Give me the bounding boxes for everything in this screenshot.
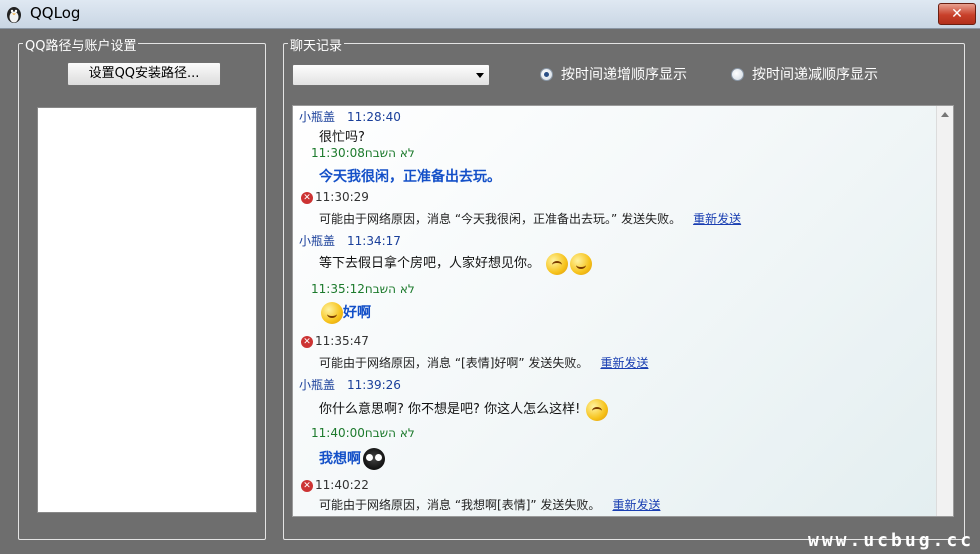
account-list[interactable] xyxy=(37,107,257,513)
close-button[interactable]: ✕ xyxy=(938,3,976,25)
resend-link[interactable]: 重新发送 xyxy=(693,212,741,226)
radio-unchecked-icon xyxy=(731,67,744,81)
contact-dropdown[interactable] xyxy=(292,64,490,86)
message-header: 小瓶盖 11:39:26 xyxy=(299,376,401,393)
radio-descending-order[interactable]: 按时间递减顺序显示 xyxy=(731,64,878,84)
vertical-scrollbar[interactable] xyxy=(936,106,953,516)
emoji-smile-icon xyxy=(570,252,593,275)
emoji-owl-icon xyxy=(363,448,385,470)
radio-ascending-label: 按时间递增顺序显示 xyxy=(561,67,687,83)
error-icon: ✕ xyxy=(301,191,313,204)
message-header: 小瓶盖 11:28:40 xyxy=(299,108,401,125)
emoji-grin-icon xyxy=(321,302,343,324)
sender-name: 小瓶盖 xyxy=(299,110,336,124)
message-text-row: 你什么意思啊? 你不想是吧? 你这人怎么这样! xyxy=(319,398,609,421)
chat-records-group-label: 聊天记录 xyxy=(288,35,345,54)
error-header: ✕ 11:30:29 xyxy=(301,190,369,204)
message-text: 我想啊 xyxy=(319,451,361,467)
error-time: 11:35:47 xyxy=(315,334,369,348)
error-header: ✕ 11:35:47 xyxy=(301,334,369,348)
error-time: 11:40:22 xyxy=(315,478,369,492)
qq-path-account-group-label: QQ路径与账户设置 xyxy=(23,35,139,54)
message-header: לא השבח11:30:08 xyxy=(299,146,415,160)
message-text: 等下去假日拿个房吧，人家好想见你。 xyxy=(319,256,541,271)
message-text: 今天我很闲，正准备出去玩。 xyxy=(319,169,501,185)
message-time: 11:35:12 xyxy=(311,282,365,296)
error-icon: ✕ xyxy=(301,335,313,348)
send-failed-notice: 可能由于网络原因，消息 “我想啊[表情]” 发送失败。 重新发送 xyxy=(319,496,660,513)
chat-records-group: 聊天记录 按时间递增顺序显示 按时间递减顺序显示 小瓶盖 11:28:40 很忙吗… xyxy=(283,35,965,540)
send-failed-text: 可能由于网络原因，消息 “我想啊[表情]” 发送失败。 xyxy=(319,498,601,512)
message-text-row: 等下去假日拿个房吧，人家好想见你。 xyxy=(319,252,593,275)
chat-log-view[interactable]: 小瓶盖 11:28:40 很忙吗? לא השבח11:30:08 今天我很闲，正… xyxy=(292,105,954,517)
radio-checked-icon xyxy=(540,67,553,81)
error-header: ✕ 11:40:22 xyxy=(301,478,369,492)
message-time: 11:28:40 xyxy=(347,110,401,124)
message-header: 小瓶盖 11:34:17 xyxy=(299,232,401,249)
message-header: לא השבח11:40:00 xyxy=(299,426,415,440)
window-title: QQLog xyxy=(30,4,81,22)
qq-path-account-group: QQ路径与账户设置 设置QQ安装路径... xyxy=(18,35,266,540)
message-text: 很忙吗? xyxy=(319,130,365,145)
chevron-down-icon xyxy=(476,73,484,78)
message-text: 你什么意思啊? 你不想是吧? 你这人怎么这样! xyxy=(319,402,581,417)
send-failed-notice: 可能由于网络原因，消息 “[表情]好啊” 发送失败。 重新发送 xyxy=(319,354,648,371)
title-bar: QQLog ✕ xyxy=(0,0,980,29)
app-penguin-icon xyxy=(7,7,21,23)
sender-name: לא השבח xyxy=(364,282,415,296)
sender-name: לא השבח xyxy=(364,146,415,160)
set-qq-path-button[interactable]: 设置QQ安装路径... xyxy=(67,62,221,86)
error-icon: ✕ xyxy=(301,479,313,492)
send-failed-text: 可能由于网络原因，消息 “[表情]好啊” 发送失败。 xyxy=(319,356,589,370)
message-time: 11:30:08 xyxy=(311,146,365,160)
sender-name: 小瓶盖 xyxy=(299,234,336,248)
message-text-row: 好啊 xyxy=(319,302,371,324)
message-text: 好啊 xyxy=(343,305,371,321)
watermark: www.ucbug.cc xyxy=(808,530,975,551)
message-time: 11:39:26 xyxy=(347,378,401,392)
message-time: 11:34:17 xyxy=(347,234,401,248)
resend-link[interactable]: 重新发送 xyxy=(600,356,648,370)
resend-link[interactable]: 重新发送 xyxy=(612,498,660,512)
message-header: לא השבח11:35:12 xyxy=(299,282,415,296)
radio-ascending-order[interactable]: 按时间递增顺序显示 xyxy=(540,64,687,84)
send-failed-text: 可能由于网络原因，消息 “今天我很闲，正准备出去玩。” 发送失败。 xyxy=(319,212,682,226)
radio-descending-label: 按时间递减顺序显示 xyxy=(752,67,878,83)
scroll-up-arrow-icon[interactable] xyxy=(941,112,949,117)
sender-name: 小瓶盖 xyxy=(299,378,336,392)
sender-name: לא השבח xyxy=(364,426,415,440)
message-time: 11:40:00 xyxy=(311,426,365,440)
emoji-kiss-icon xyxy=(546,252,569,275)
emoji-angry-icon xyxy=(586,398,609,421)
error-time: 11:30:29 xyxy=(315,190,369,204)
send-failed-notice: 可能由于网络原因，消息 “今天我很闲，正准备出去玩。” 发送失败。 重新发送 xyxy=(319,210,741,227)
message-text-row: 我想啊 xyxy=(319,448,385,470)
